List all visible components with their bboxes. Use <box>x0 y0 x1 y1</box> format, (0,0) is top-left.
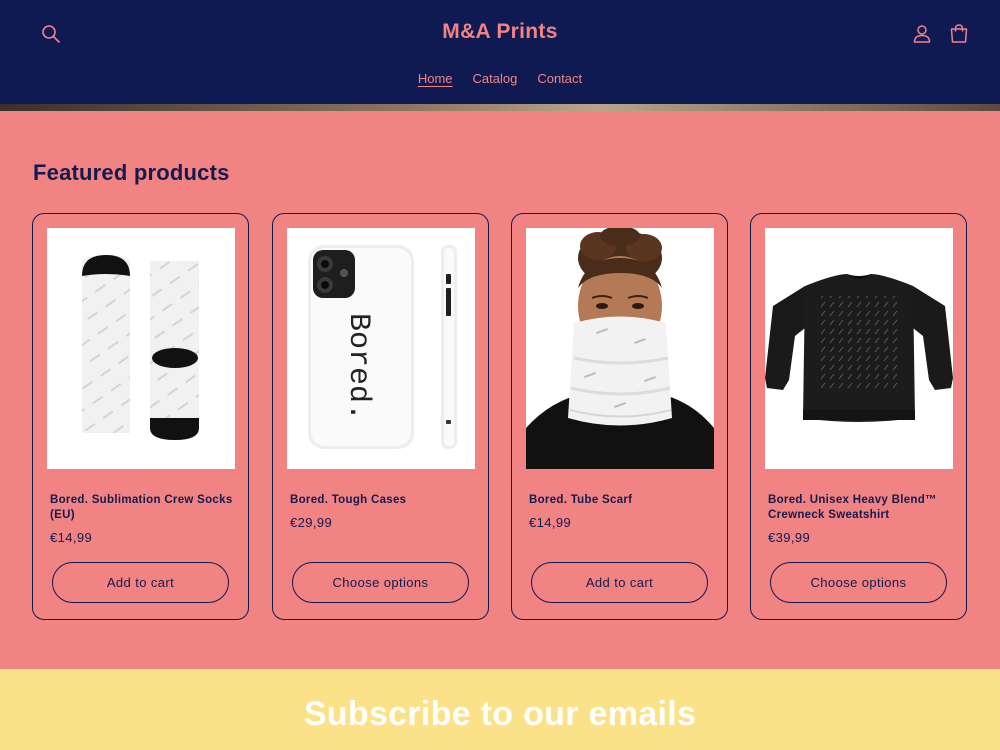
product-card[interactable]: Bored. Unisex Heavy Blend™ Crewneck Swea… <box>750 213 967 620</box>
hero-banner-edge <box>0 104 1000 111</box>
nav-contact[interactable]: Contact <box>537 71 582 86</box>
product-image-tube-scarf[interactable] <box>526 228 714 469</box>
product-title[interactable]: Bored. Tube Scarf <box>529 493 713 508</box>
product-image-socks[interactable] <box>47 228 235 469</box>
nav-home[interactable]: Home <box>418 71 453 86</box>
cart-button[interactable] <box>944 19 974 49</box>
product-image-sweatshirt[interactable] <box>765 228 953 469</box>
newsletter-title: Subscribe to our emails <box>303 695 697 733</box>
product-price: €14,99 <box>529 515 572 530</box>
product-card[interactable]: Bored. Bored. Tough Cases €29,99 Choose … <box>272 213 489 620</box>
product-title[interactable]: Bored. Unisex Heavy Blend™ Crewneck Swea… <box>768 493 952 523</box>
choose-options-button[interactable]: Choose options <box>770 562 947 603</box>
product-title[interactable]: Bored. Sublimation Crew Socks (EU) <box>50 493 234 523</box>
section-title: Featured products <box>33 160 230 185</box>
site-header: M&A Prints Home Catalog Contact <box>0 0 1000 104</box>
account-button[interactable] <box>907 19 937 49</box>
product-title[interactable]: Bored. Tough Cases <box>290 493 474 508</box>
case-print-text: Bored. <box>341 313 375 421</box>
product-card[interactable]: Bored. Tube Scarf €14,99 Add to cart <box>511 213 728 620</box>
product-card[interactable]: Bored. Sublimation Crew Socks (EU) €14,9… <box>32 213 249 620</box>
main-nav: Home Catalog Contact <box>0 71 1000 86</box>
choose-options-button[interactable]: Choose options <box>292 562 469 603</box>
add-to-cart-button[interactable]: Add to cart <box>52 562 229 603</box>
newsletter-section: Subscribe to our emails <box>0 669 1000 750</box>
product-image-phone-case[interactable]: Bored. <box>287 228 475 469</box>
product-price: €14,99 <box>50 530 93 545</box>
add-to-cart-button[interactable]: Add to cart <box>531 562 708 603</box>
user-icon <box>913 25 931 43</box>
product-price: €29,99 <box>290 515 333 530</box>
cart-icon <box>950 24 968 43</box>
site-logo[interactable]: M&A Prints <box>0 20 1000 44</box>
product-price: €39,99 <box>768 530 811 545</box>
nav-catalog[interactable]: Catalog <box>473 71 518 86</box>
